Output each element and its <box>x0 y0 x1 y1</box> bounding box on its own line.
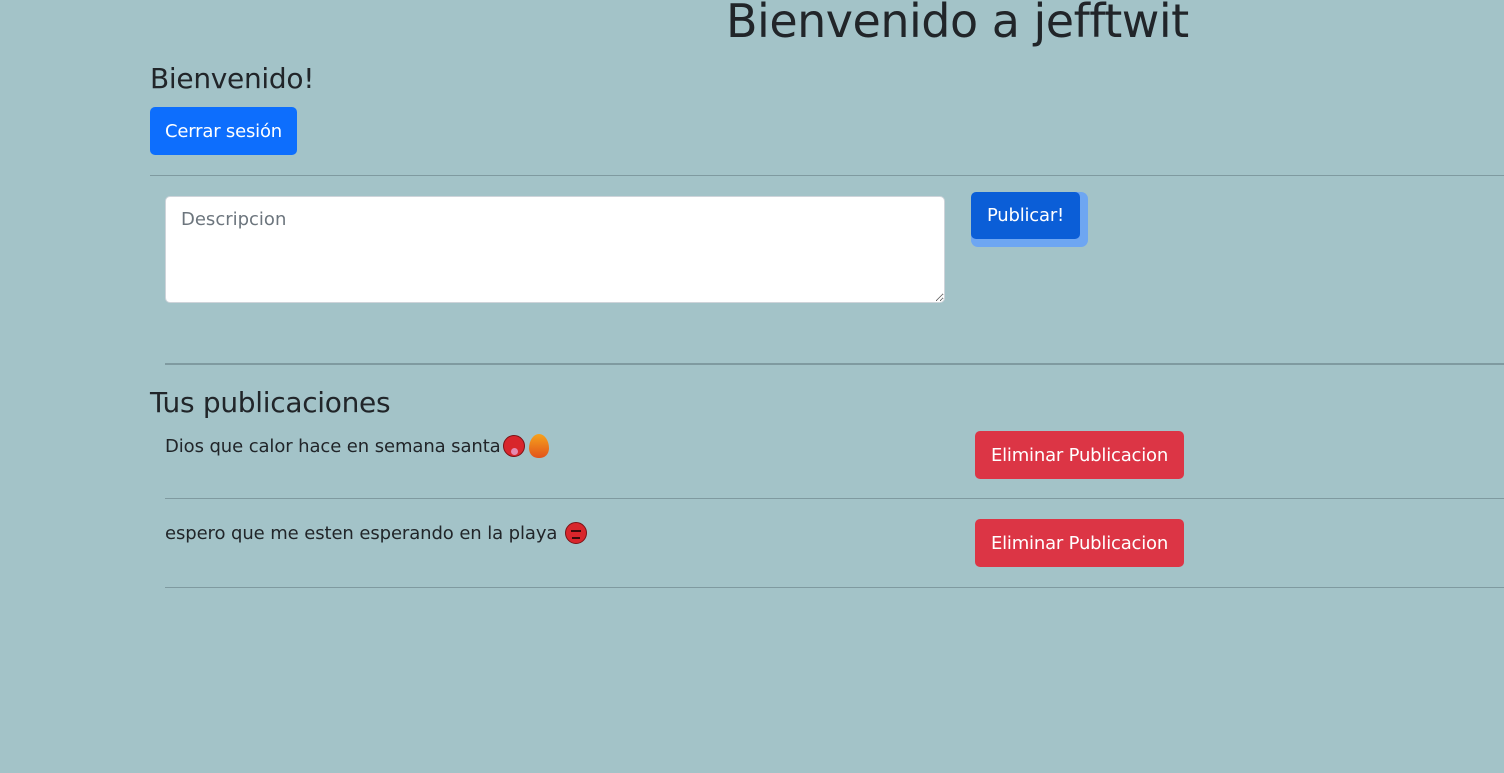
fire-icon <box>528 434 549 458</box>
post-text: espero que me esten esperando en la play… <box>165 522 558 544</box>
divider <box>165 498 1504 499</box>
angry-face-icon <box>565 522 588 544</box>
publish-button-label: Publicar! <box>971 192 1080 239</box>
divider <box>165 587 1504 588</box>
post-item: espero que me esten esperando en la play… <box>165 522 588 544</box>
logout-button[interactable]: Cerrar sesión <box>150 107 297 155</box>
description-input[interactable] <box>165 196 945 303</box>
site-title: Bienvenido a jefftwit <box>726 0 1189 48</box>
delete-post-button[interactable]: Eliminar Publicacion <box>975 519 1184 567</box>
divider <box>150 175 1504 176</box>
post-item: Dios que calor hace en semana santa <box>165 434 549 458</box>
publish-button[interactable]: Publicar! <box>971 192 1088 247</box>
welcome-heading: Bienvenido! <box>150 62 315 95</box>
posts-heading: Tus publicaciones <box>150 386 391 419</box>
page: Bienvenido a jefftwit Bienvenido! Cerrar… <box>0 0 1504 773</box>
divider <box>165 363 1504 365</box>
post-text: Dios que calor hace en semana santa <box>165 435 501 457</box>
delete-post-button[interactable]: Eliminar Publicacion <box>975 431 1184 479</box>
hot-face-icon <box>502 435 525 457</box>
